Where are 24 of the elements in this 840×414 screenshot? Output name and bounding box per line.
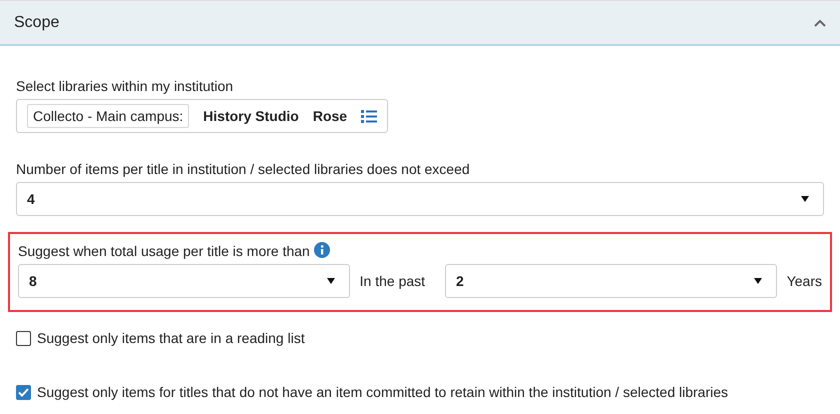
library-input[interactable]: Collecto - Main campus: bbox=[27, 104, 190, 128]
library-tag: Rose bbox=[312, 108, 348, 124]
section-title: Scope bbox=[14, 14, 60, 32]
usage-dropdown[interactable]: 8 bbox=[18, 264, 350, 298]
dropdown-caret-icon bbox=[801, 196, 809, 202]
list-icon[interactable] bbox=[361, 110, 378, 122]
field-label: In the past bbox=[360, 273, 426, 289]
unit-label: Years bbox=[786, 273, 822, 289]
dropdown-caret-icon bbox=[326, 278, 335, 284]
field-label: Number of items per title in institution / selected libraries does not exceed bbox=[16, 161, 471, 177]
checkbox-label: Suggest only items for titles that do not have an item committed to retain within the institution / selected libraries bbox=[37, 384, 728, 400]
dropdown-caret-icon bbox=[754, 278, 762, 284]
items-dropdown[interactable]: 4 bbox=[16, 182, 824, 216]
library-tag: History Studio bbox=[203, 108, 299, 124]
chevron-icon[interactable] bbox=[814, 18, 826, 26]
period-dropdown[interactable]: 2 bbox=[445, 264, 777, 298]
section-header[interactable]: Scope bbox=[0, 0, 840, 46]
library-selector[interactable]: Collecto - Main campus: History Studio Rose bbox=[16, 99, 388, 133]
checkbox-label: Suggest only items that are in a reading list bbox=[37, 330, 305, 346]
field-label: Suggest when total usage per title is more than bbox=[18, 243, 310, 259]
info-icon[interactable] bbox=[314, 242, 330, 258]
field-label: Select libraries within my institution bbox=[16, 78, 234, 94]
checkbox[interactable] bbox=[16, 330, 31, 346]
checkbox[interactable] bbox=[16, 384, 31, 400]
